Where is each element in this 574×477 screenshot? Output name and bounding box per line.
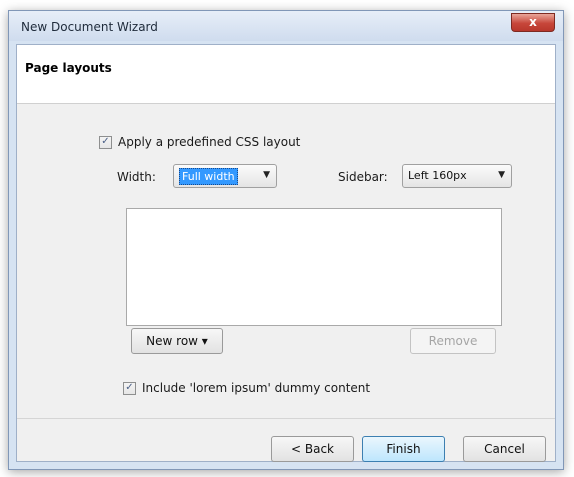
checkmark-icon: ✓ <box>125 382 134 393</box>
new-row-button[interactable]: New row ▾ <box>131 328 223 354</box>
width-select[interactable]: Full width ▼ <box>173 164 277 188</box>
sidebar-label: Sidebar: <box>338 170 388 184</box>
finish-button[interactable]: Finish <box>362 436 445 462</box>
footer-divider <box>17 418 555 419</box>
apply-layout-row[interactable]: ✓ Apply a predefined CSS layout <box>99 135 300 149</box>
sidebar-select[interactable]: Left 160px ▼ <box>402 164 512 188</box>
checkmark-icon: ✓ <box>101 136 110 147</box>
back-button[interactable]: < Back <box>271 436 354 462</box>
apply-layout-label: Apply a predefined CSS layout <box>118 135 301 149</box>
dummy-content-label: Include 'lorem ipsum' dummy content <box>142 381 371 395</box>
close-button[interactable]: x <box>511 13 555 32</box>
page-title: Page layouts <box>25 61 112 75</box>
dummy-content-row[interactable]: ✓ Include 'lorem ipsum' dummy content <box>123 381 370 395</box>
chevron-down-icon: ▼ <box>498 170 505 180</box>
rows-listbox[interactable] <box>126 208 502 326</box>
title-bar[interactable]: New Document Wizard x <box>9 11 563 41</box>
wizard-client-area: Page layouts ✓ Apply a predefined CSS la… <box>16 44 556 462</box>
wizard-window: New Document Wizard x Page layouts ✓ App… <box>8 10 564 470</box>
width-select-value: Full width <box>179 168 238 185</box>
close-icon: x <box>529 15 537 29</box>
apply-layout-checkbox[interactable]: ✓ <box>99 135 112 149</box>
page-header: Page layouts <box>17 45 555 104</box>
remove-button[interactable]: Remove <box>410 328 496 354</box>
chevron-down-icon: ▼ <box>263 170 270 180</box>
cancel-button[interactable]: Cancel <box>463 436 546 462</box>
sidebar-select-value: Left 160px <box>408 169 467 182</box>
dummy-content-checkbox[interactable]: ✓ <box>123 381 136 395</box>
window-title: New Document Wizard <box>21 20 158 34</box>
width-label: Width: <box>117 170 156 184</box>
